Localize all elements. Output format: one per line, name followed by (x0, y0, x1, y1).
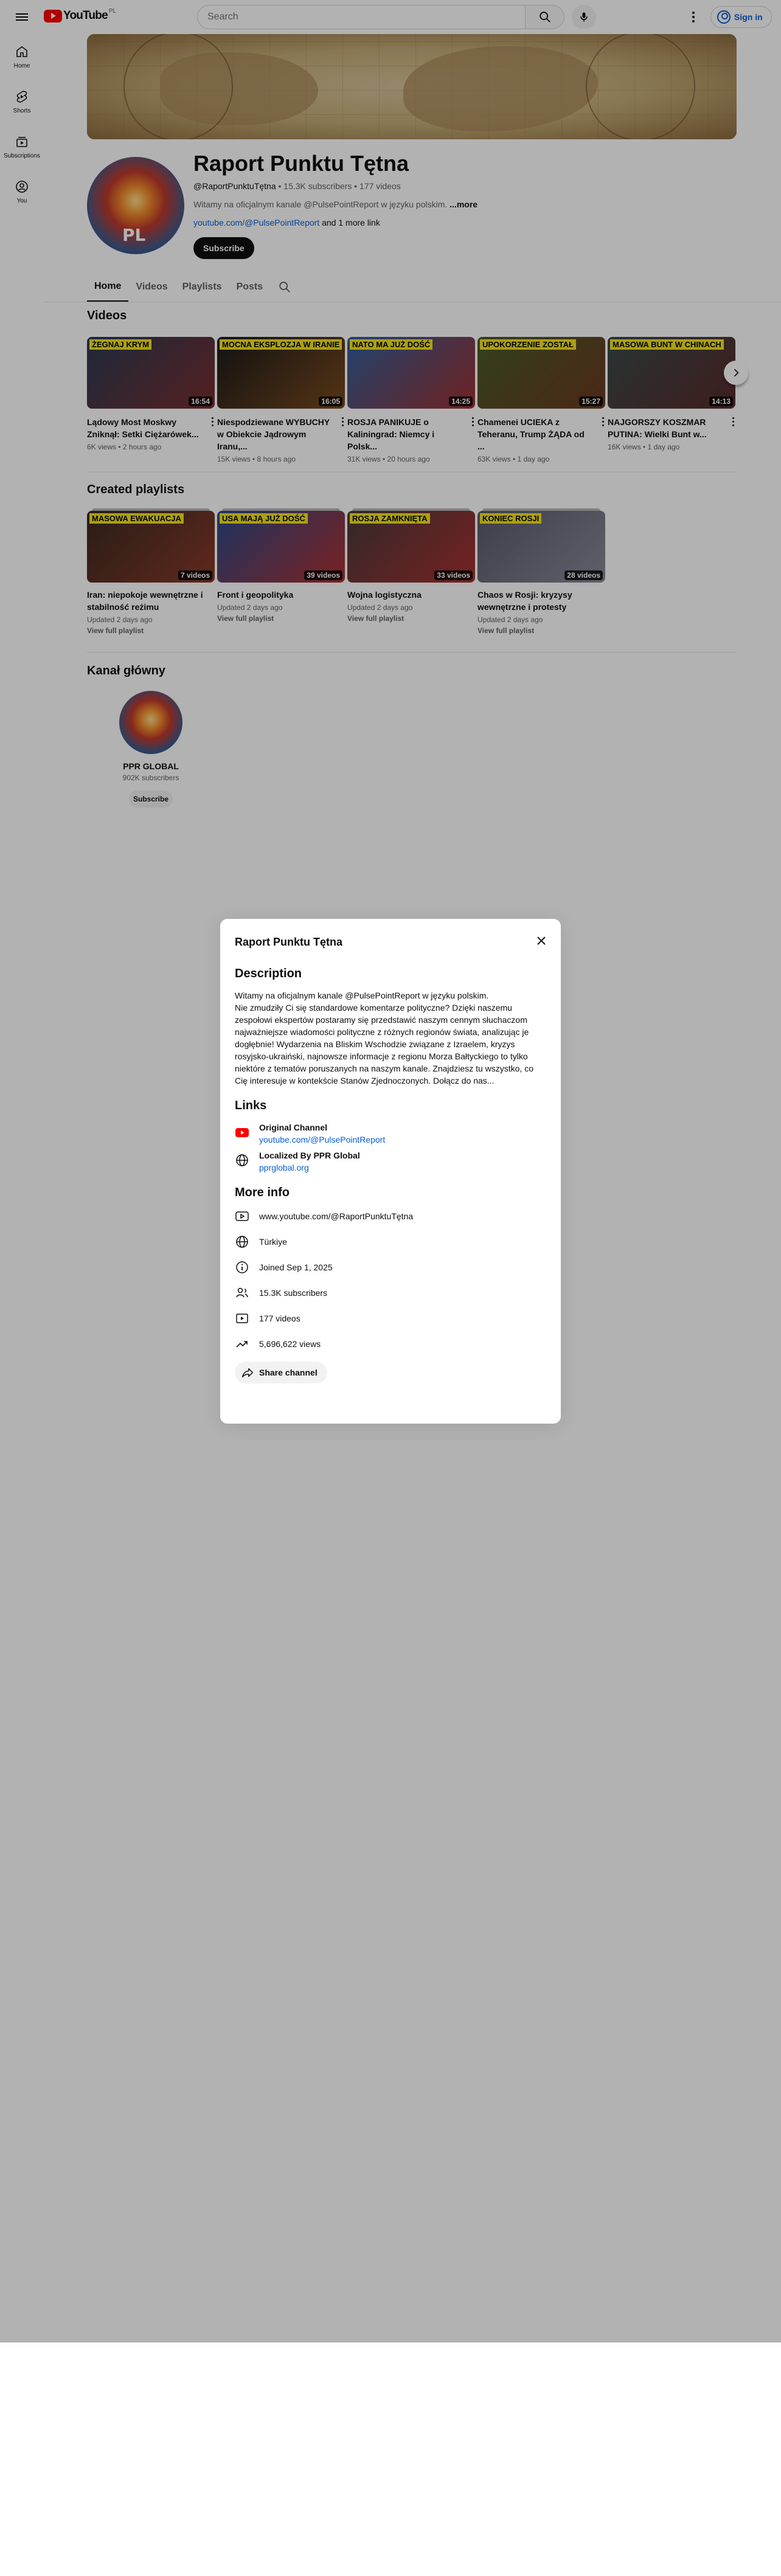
info-row-videos: 177 videos (235, 1306, 546, 1331)
link-name: Original Channel (259, 1123, 328, 1132)
link-item: Localized By PPR Global pprglobal.org (235, 1151, 546, 1172)
link-url[interactable]: youtube.com/@PulsePointReport (259, 1135, 385, 1144)
info-row-location: Türkiye (235, 1229, 546, 1255)
close-button[interactable] (534, 933, 549, 948)
info-text: Türkiye (259, 1237, 287, 1247)
info-text: www.youtube.com/@RaportPunktuTętna (259, 1211, 414, 1221)
youtube-icon (235, 1128, 249, 1137)
videos-icon (236, 1314, 248, 1323)
about-dialog: Raport Punktu Tętna Description Witamy n… (220, 919, 561, 1424)
info-text: Joined Sep 1, 2025 (259, 1262, 333, 1272)
info-row-views: 5,696,622 views (235, 1331, 546, 1357)
more-info-heading: More info (235, 1186, 290, 1199)
dialog-title: Raport Punktu Tętna (235, 936, 343, 948)
info-text: 177 videos (259, 1314, 300, 1323)
links-heading: Links (235, 1099, 267, 1112)
description-heading: Description (235, 967, 302, 980)
subscribers-icon (236, 1287, 248, 1298)
globe-icon (236, 1154, 248, 1166)
views-icon (236, 1341, 248, 1348)
info-text: 15.3K subscribers (259, 1288, 328, 1298)
share-channel-label: Share channel (259, 1368, 318, 1377)
info-row-subscribers: 15.3K subscribers (235, 1280, 546, 1306)
description-line: Witamy na oficjalnym kanale @PulsePointR… (235, 991, 489, 1000)
channel-url-icon (235, 1211, 249, 1221)
link-item: Original Channel youtube.com/@PulsePoint… (235, 1123, 546, 1144)
description-text: Witamy na oficjalnym kanale @PulsePointR… (235, 989, 539, 1087)
link-url[interactable]: pprglobal.org (259, 1163, 360, 1172)
more-info-list: www.youtube.com/@RaportPunktuTętna Türki… (235, 1203, 546, 1357)
info-icon (236, 1261, 248, 1273)
close-icon (537, 937, 546, 945)
description-line: Nie zmudziły Ci się standardowe komentar… (235, 1003, 533, 1085)
info-text: 5,696,622 views (259, 1339, 321, 1349)
share-icon (242, 1368, 253, 1378)
share-channel-button[interactable]: Share channel (235, 1362, 327, 1383)
info-row-joined: Joined Sep 1, 2025 (235, 1255, 546, 1280)
location-icon (236, 1236, 248, 1248)
info-row-channel-url: www.youtube.com/@RaportPunktuTętna (235, 1203, 546, 1229)
link-name: Localized By PPR Global (259, 1151, 360, 1160)
